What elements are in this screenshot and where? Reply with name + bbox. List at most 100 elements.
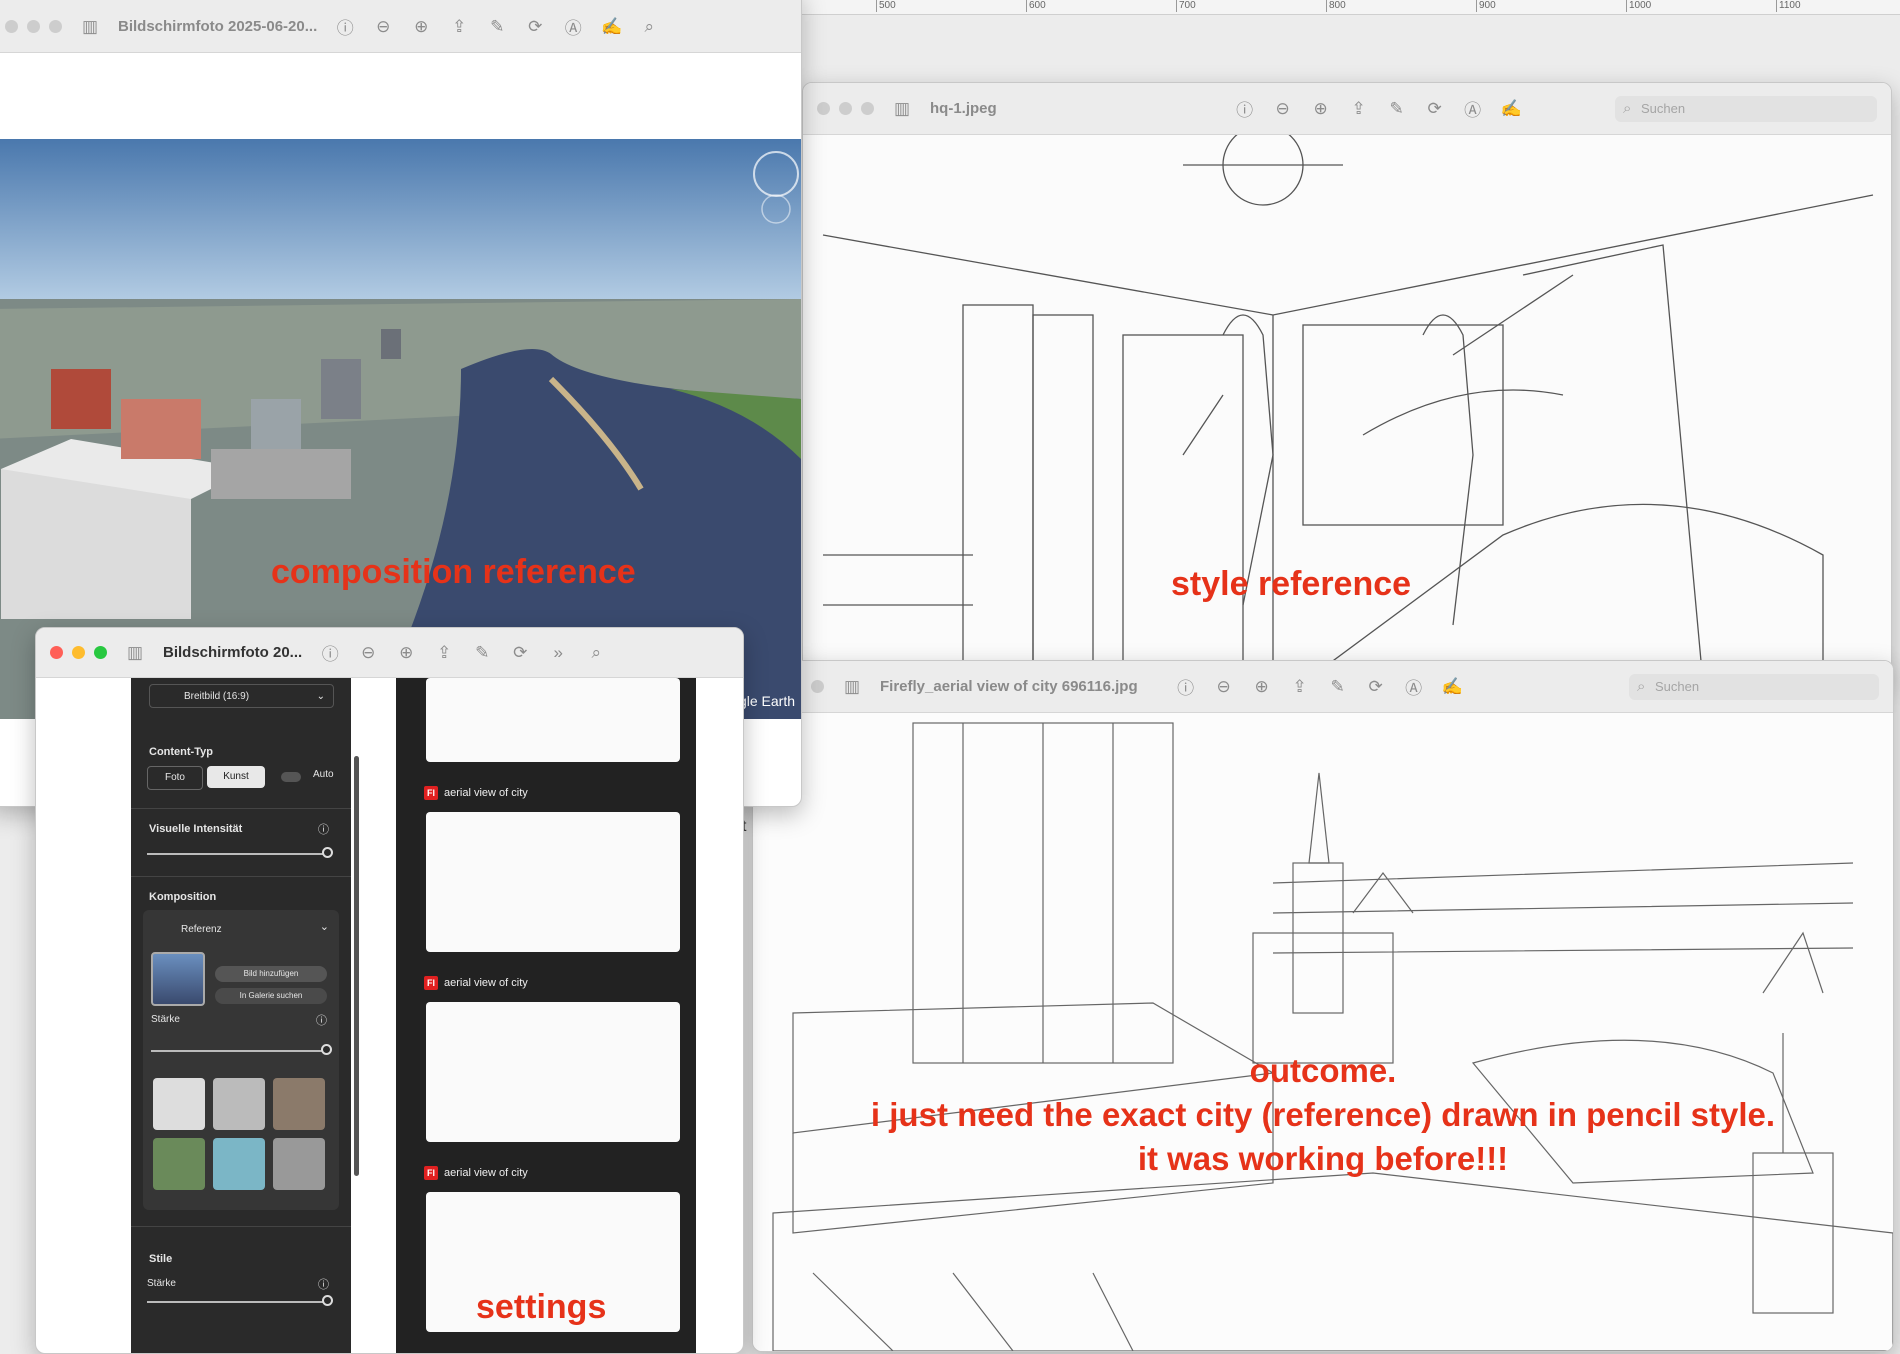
info-icon[interactable]: ⓘ (335, 14, 355, 39)
art-button[interactable]: Kunst (207, 766, 265, 788)
zoom-out-icon[interactable]: ⊖ (1273, 99, 1293, 119)
zoom-button[interactable] (49, 20, 62, 33)
visual-intensity-slider[interactable] (147, 847, 333, 858)
add-image-button[interactable]: Bild hinzufügen (215, 966, 327, 982)
close-button[interactable] (5, 20, 18, 33)
info-icon[interactable]: ⓘ (316, 1012, 327, 1028)
minimize-button[interactable] (27, 20, 40, 33)
settings-window: ▥ Bildschirmfoto 20... ⓘ ⊖ ⊕ ⇪ ✎ ⟳ » ⌕ B… (35, 627, 744, 1354)
search-field[interactable]: Suchen (1629, 673, 1879, 700)
annotate-icon[interactable]: Ⓐ (1404, 674, 1424, 699)
share-icon[interactable]: ⇪ (434, 643, 454, 663)
annotate-icon[interactable]: Ⓐ (563, 14, 583, 39)
scrollbar[interactable] (354, 756, 359, 1176)
share-icon[interactable]: ⇪ (1290, 677, 1310, 697)
result-image[interactable] (426, 1002, 680, 1142)
zoom-out-icon[interactable]: ⊖ (373, 17, 393, 37)
preset-thumbnail[interactable] (153, 1078, 205, 1130)
info-icon[interactable]: ⓘ (318, 1276, 329, 1292)
sidebar-icon[interactable]: ▥ (125, 643, 145, 663)
annotation-line: i just need the exact city (reference) d… (870, 1096, 1776, 1133)
reference-dropdown[interactable]: Referenz (181, 924, 222, 935)
share-icon[interactable]: ⇪ (1349, 99, 1369, 119)
markup-icon[interactable]: ✎ (1328, 677, 1348, 697)
sidebar-icon[interactable]: ▥ (842, 677, 862, 697)
preset-thumbnail[interactable] (213, 1078, 265, 1130)
auto-toggle[interactable] (281, 772, 301, 782)
slider-knob[interactable] (321, 1044, 332, 1055)
sign-icon[interactable]: ✍ (601, 17, 622, 37)
zoom-in-icon[interactable]: ⊕ (1252, 677, 1272, 697)
rotate-icon[interactable]: ⟳ (1425, 99, 1445, 119)
settings-panel: Breitbild (16:9) ⌄ Content-Typ Foto Kuns… (131, 678, 351, 1353)
photo-button[interactable]: Foto (147, 766, 203, 790)
markup-icon[interactable]: ✎ (487, 17, 507, 37)
style-reference-window: ▥ hq-1.jpeg ⓘ ⊖ ⊕ ⇪ ✎ ⟳ Ⓐ ✍ Suchen style… (802, 82, 1892, 684)
visual-intensity-heading: Visuelle Intensität (149, 823, 243, 835)
info-icon[interactable]: ⓘ (320, 640, 340, 665)
preset-thumbnail[interactable] (153, 1138, 205, 1190)
minimize-button[interactable] (839, 102, 852, 115)
close-button[interactable] (817, 102, 830, 115)
window-controls (50, 646, 107, 659)
divider (131, 808, 351, 809)
preset-thumbnail[interactable] (213, 1138, 265, 1190)
firefly-logo-icon: Fl (424, 786, 438, 800)
divider (131, 1226, 351, 1227)
sidebar-icon[interactable]: ▥ (892, 99, 912, 119)
annotate-icon[interactable]: Ⓐ (1463, 96, 1483, 121)
zoom-button[interactable] (811, 680, 824, 693)
search-icon[interactable]: ⌕ (639, 17, 659, 37)
titlebar: ▥ hq-1.jpeg ⓘ ⊖ ⊕ ⇪ ✎ ⟳ Ⓐ ✍ Suchen (803, 83, 1891, 135)
styles-strength-slider[interactable] (147, 1295, 333, 1306)
zoom-out-icon[interactable]: ⊖ (1214, 677, 1234, 697)
annotation-line: it was working before!!! (1137, 1140, 1509, 1177)
window-controls (817, 102, 874, 115)
close-button[interactable] (50, 646, 63, 659)
aspect-ratio-dropdown[interactable]: Breitbild (16:9) ⌄ (149, 684, 334, 708)
slider-knob[interactable] (322, 847, 333, 858)
markup-icon[interactable]: ✎ (1387, 99, 1407, 119)
search-icon[interactable]: ⌕ (586, 643, 606, 663)
zoom-in-icon[interactable]: ⊕ (396, 643, 416, 663)
zoom-out-icon[interactable]: ⊖ (358, 643, 378, 663)
search-field[interactable]: Suchen (1615, 95, 1877, 122)
more-icon[interactable]: » (548, 643, 568, 663)
reference-thumbnail[interactable] (151, 952, 205, 1006)
sidebar-icon[interactable]: ▥ (80, 17, 100, 37)
rotate-icon[interactable]: ⟳ (525, 17, 545, 37)
rotate-icon[interactable]: ⟳ (510, 643, 530, 663)
result-image[interactable] (426, 812, 680, 952)
ruler-tick: 900 (1476, 0, 1496, 12)
minimize-button[interactable] (72, 646, 85, 659)
result-title: aerial view of city (444, 787, 528, 799)
sign-icon[interactable]: ✍ (1501, 99, 1522, 119)
zoom-in-icon[interactable]: ⊕ (1311, 99, 1331, 119)
annotation-line: outcome. (1249, 1052, 1397, 1089)
strength-label: Stärke (151, 1014, 180, 1025)
blank-area (0, 53, 801, 139)
zoom-button[interactable] (861, 102, 874, 115)
chevron-down-icon[interactable]: ⌄ (320, 920, 329, 933)
markup-icon[interactable]: ✎ (472, 643, 492, 663)
share-icon[interactable]: ⇪ (449, 17, 469, 37)
preset-thumbnail[interactable] (273, 1138, 325, 1190)
styles-heading: Stile (149, 1253, 173, 1265)
info-icon[interactable]: ⓘ (1235, 96, 1255, 121)
rotate-icon[interactable]: ⟳ (1366, 677, 1386, 697)
ruler-tick: 500 (876, 0, 896, 12)
slider-knob[interactable] (322, 1295, 333, 1306)
content-type-heading: Content-Typ (149, 746, 213, 758)
outcome-window: ▥ Firefly_aerial view of city 696116.jpg… (752, 660, 1894, 1352)
result-image[interactable] (426, 678, 680, 762)
composition-reference-annotation: composition reference (271, 553, 636, 591)
zoom-in-icon[interactable]: ⊕ (411, 17, 431, 37)
info-icon[interactable]: ⓘ (318, 821, 329, 837)
search-gallery-button[interactable]: In Galerie suchen (215, 988, 327, 1004)
zoom-button[interactable] (94, 646, 107, 659)
preset-thumbnail[interactable] (273, 1078, 325, 1130)
composition-strength-slider[interactable] (151, 1044, 332, 1055)
sign-icon[interactable]: ✍ (1442, 677, 1463, 697)
info-icon[interactable]: ⓘ (1176, 674, 1196, 699)
result-title: aerial view of city (444, 977, 528, 989)
